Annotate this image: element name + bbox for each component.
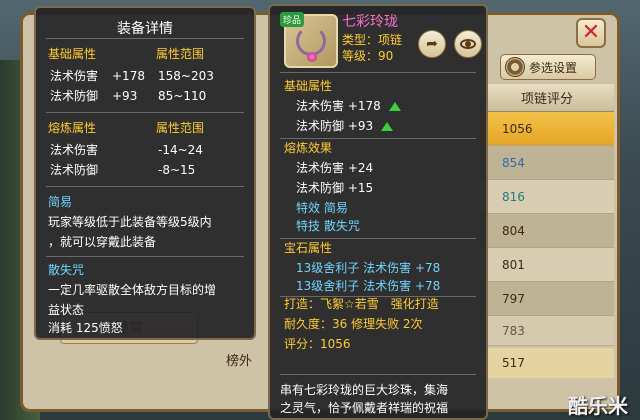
spell-cost: 消耗 125愤怒 [48, 321, 123, 335]
base-attr-header: 基础属性 [284, 79, 333, 93]
gem-name: 13级舍利子 [296, 261, 360, 275]
attr-name: 法术防御 [296, 181, 345, 195]
score-cell[interactable]: 801 [480, 248, 614, 282]
share-icon: ➦ [426, 36, 438, 52]
item-level: 等级：90 [342, 49, 394, 63]
participation-settings-button[interactable]: 参选设置 [500, 54, 596, 80]
eye-icon [460, 39, 476, 49]
spell-title: 散失咒 [48, 263, 85, 277]
item-description: 串有七彩玲珑的巨大珍珠，集海 [280, 383, 449, 397]
item-card-tooltip: 珍品 七彩玲珑 类型：项链 等级：90 ➦ 基础属性 法术伤害 +178 法术防… [268, 4, 488, 420]
attr-name: 法术防御 [50, 163, 99, 177]
divider [280, 374, 476, 375]
spell-desc: 一定几率驱散全体敌方目标的增 [48, 283, 217, 297]
rarity-tag: 珍品 [280, 12, 305, 27]
forge-effect-header: 熔炼效果 [284, 141, 333, 155]
easy-effect-desc: 玩家等级低于此装备等级5级内 [48, 215, 212, 229]
forge-attr-row: 法术防御 +15 [296, 180, 373, 196]
base-attr-header: 基础属性 [48, 47, 97, 61]
attr-value: +178 [347, 99, 381, 113]
divider [46, 38, 244, 39]
necklace-score-header: 项链评分 [480, 84, 614, 112]
attr-range: 85~110 [158, 89, 207, 103]
gem-attr-header: 宝石属性 [284, 241, 333, 255]
durability: 耐久度：36 修理失败 2次 [284, 317, 423, 331]
attr-value: +93 [112, 89, 138, 103]
special-skill: 特技 散失咒 [296, 219, 360, 233]
gear-icon [505, 57, 525, 77]
item-name: 七彩玲珑 [342, 14, 398, 30]
forged-by: 打造：飞絮☆若雪 强化打造 [284, 297, 439, 311]
score-cell[interactable]: 816 [480, 180, 614, 214]
base-attr-row: 法术防御 +93 [296, 118, 393, 134]
divider [46, 112, 244, 113]
share-button[interactable]: ➦ [418, 30, 446, 58]
upgrade-arrow-icon [381, 122, 393, 131]
divider [46, 186, 244, 187]
divider [280, 138, 476, 139]
gem-attr-row: 13级舍利子 法术伤害 +78 [296, 278, 440, 294]
gem-value: +78 [414, 261, 441, 275]
attr-range: -14~24 [158, 143, 203, 157]
tooltip-title: 装备详情 [117, 21, 173, 37]
gem-attr-row: 13级舍利子 法术伤害 +78 [296, 260, 440, 276]
attr-name: 法术防御 [50, 89, 99, 103]
score-cell[interactable]: 854 [480, 146, 614, 180]
attr-range: 158~203 [158, 69, 214, 83]
attr-value: +93 [347, 119, 374, 133]
score-cell[interactable]: 783 [480, 316, 614, 346]
gem-attr: 法术伤害 [363, 261, 412, 275]
special-effect: 特效 简易 [296, 201, 348, 215]
forge-attr-row: 法术伤害 +24 [296, 160, 373, 176]
forge-range-header: 属性范围 [156, 121, 205, 135]
attr-value: +15 [347, 181, 374, 195]
easy-effect-title: 简易 [48, 195, 73, 209]
attr-name: 法术防御 [296, 119, 345, 133]
gem-icon [307, 52, 317, 62]
attr-name: 法术伤害 [296, 99, 345, 113]
gem-value: +78 [414, 279, 441, 293]
attr-name: 法术伤害 [50, 69, 99, 83]
score-cell[interactable]: 804 [480, 214, 614, 248]
divider [280, 238, 476, 239]
equipment-details-tooltip: 装备详情 基础属性 属性范围 法术伤害 +178 158~203 法术防御 +9… [34, 6, 256, 340]
item-score: 评分：1056 [284, 337, 351, 351]
attr-value: +178 [112, 69, 145, 83]
forge-attr-header: 熔炼属性 [48, 121, 97, 135]
gem-name: 13级舍利子 [296, 279, 360, 293]
base-range-header: 属性范围 [156, 47, 205, 61]
score-cell[interactable]: 797 [480, 282, 614, 316]
own-score-cell[interactable]: 517 [480, 348, 614, 378]
attr-range: -8~15 [158, 163, 196, 177]
settings-label: 参选设置 [529, 60, 578, 75]
divider [280, 72, 476, 73]
attr-value: +24 [347, 161, 374, 175]
attr-name: 法术伤害 [296, 161, 345, 175]
easy-effect-desc: ，就可以穿戴此装备 [48, 235, 157, 249]
view-button[interactable] [454, 30, 482, 58]
item-type: 类型：项链 [342, 33, 403, 47]
close-button[interactable]: ✕ [576, 18, 606, 48]
spell-desc: 益状态 [48, 303, 85, 317]
watermark-logo: 酷乐米 [568, 394, 628, 418]
score-cell[interactable]: 1056 [480, 112, 614, 146]
gem-attr: 法术伤害 [363, 279, 412, 293]
rank-out-label: 榜外 [226, 354, 253, 369]
upgrade-arrow-icon [388, 102, 401, 111]
divider [46, 256, 244, 257]
base-attr-row: 法术伤害 +178 [296, 98, 401, 114]
item-description: 之灵气，恰予佩戴者祥瑞的祝福 [280, 401, 449, 415]
attr-name: 法术伤害 [50, 143, 99, 157]
